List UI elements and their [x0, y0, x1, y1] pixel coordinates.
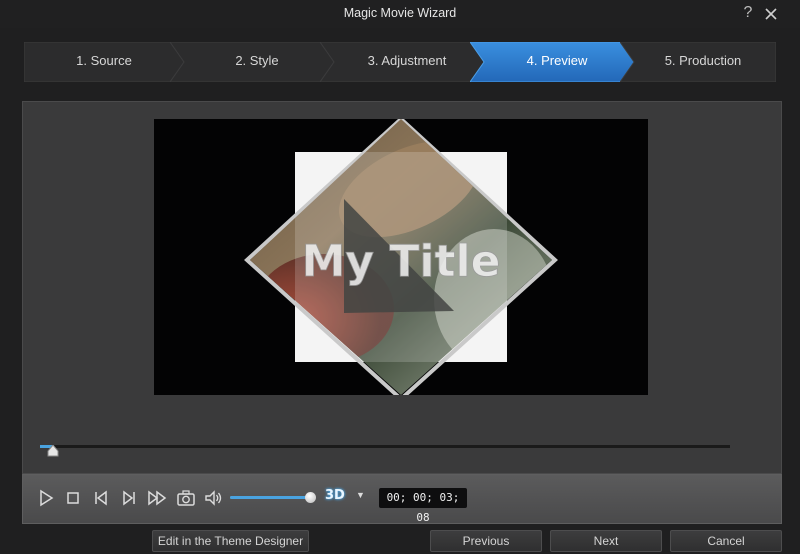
previous-frame-button[interactable] [91, 488, 111, 508]
close-icon [765, 8, 777, 20]
step-preview[interactable]: 4. Preview [470, 42, 634, 82]
volume-slider[interactable] [230, 496, 312, 499]
3d-toggle-button[interactable]: 3D [325, 488, 345, 508]
step-adjustment-label: 3. Adjustment [367, 53, 447, 68]
step-source[interactable]: 1. Source [24, 42, 184, 82]
3d-options-dropdown[interactable]: ▼ [356, 490, 368, 506]
volume-slider-knob[interactable] [305, 492, 316, 503]
snapshot-button[interactable] [176, 488, 196, 508]
timeline-scrubber[interactable] [40, 445, 730, 448]
step-production[interactable]: 5. Production [620, 42, 776, 82]
playhead-icon [47, 444, 59, 457]
cancel-button[interactable]: Cancel [670, 530, 782, 552]
play-button[interactable] [36, 488, 56, 508]
step-style[interactable]: 2. Style [170, 42, 334, 82]
camera-icon [177, 490, 195, 506]
edit-theme-designer-button[interactable]: Edit in the Theme Designer [152, 530, 309, 552]
volume-button[interactable] [203, 488, 223, 508]
wizard-steps: 1. Source 2. Style 3. Adjustment 4. Prev… [24, 42, 776, 82]
next-button[interactable]: Next [550, 530, 662, 552]
title-preview-frame: My Title [244, 119, 558, 395]
help-button[interactable]: ? [740, 4, 756, 24]
fast-forward-button[interactable] [147, 488, 167, 508]
window-title: Magic Movie Wizard [343, 6, 457, 20]
previous-button[interactable]: Previous [430, 530, 542, 552]
speaker-icon [205, 490, 222, 506]
close-button[interactable] [762, 5, 780, 23]
next-frame-button[interactable] [119, 488, 139, 508]
play-icon [40, 489, 54, 507]
stop-icon [67, 492, 79, 504]
next-frame-icon [123, 490, 135, 506]
video-preview[interactable]: My Title [154, 119, 648, 395]
title-bar: Magic Movie Wizard ? [0, 0, 800, 28]
step-adjustment[interactable]: 3. Adjustment [320, 42, 484, 82]
step-source-label: 1. Source [76, 53, 132, 68]
previous-frame-icon [95, 490, 107, 506]
step-preview-label: 4. Preview [526, 53, 588, 68]
title-overlay-text: My Title [302, 236, 501, 287]
timeline-handle[interactable] [47, 444, 59, 457]
fast-forward-icon [148, 490, 167, 506]
step-production-label: 5. Production [664, 53, 742, 68]
timecode-display: 00; 00; 03; 08 [379, 488, 467, 524]
volume-level [230, 496, 308, 499]
step-style-label: 2. Style [235, 53, 279, 68]
stop-button[interactable] [63, 488, 83, 508]
